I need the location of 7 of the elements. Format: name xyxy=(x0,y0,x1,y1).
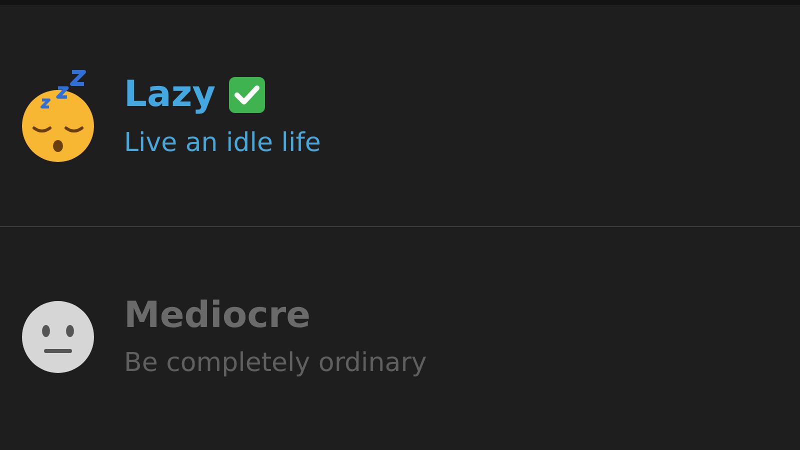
option-description: Live an idle life xyxy=(124,130,321,156)
sleeping-face-icon xyxy=(20,68,96,164)
option-description: Be completely ordinary xyxy=(124,350,427,376)
option-title: Lazy xyxy=(124,76,216,112)
option-item[interactable]: Lazy Live an idle life xyxy=(124,76,321,156)
option-title: Mediocre xyxy=(124,298,311,334)
neutral-face-icon xyxy=(20,299,96,375)
